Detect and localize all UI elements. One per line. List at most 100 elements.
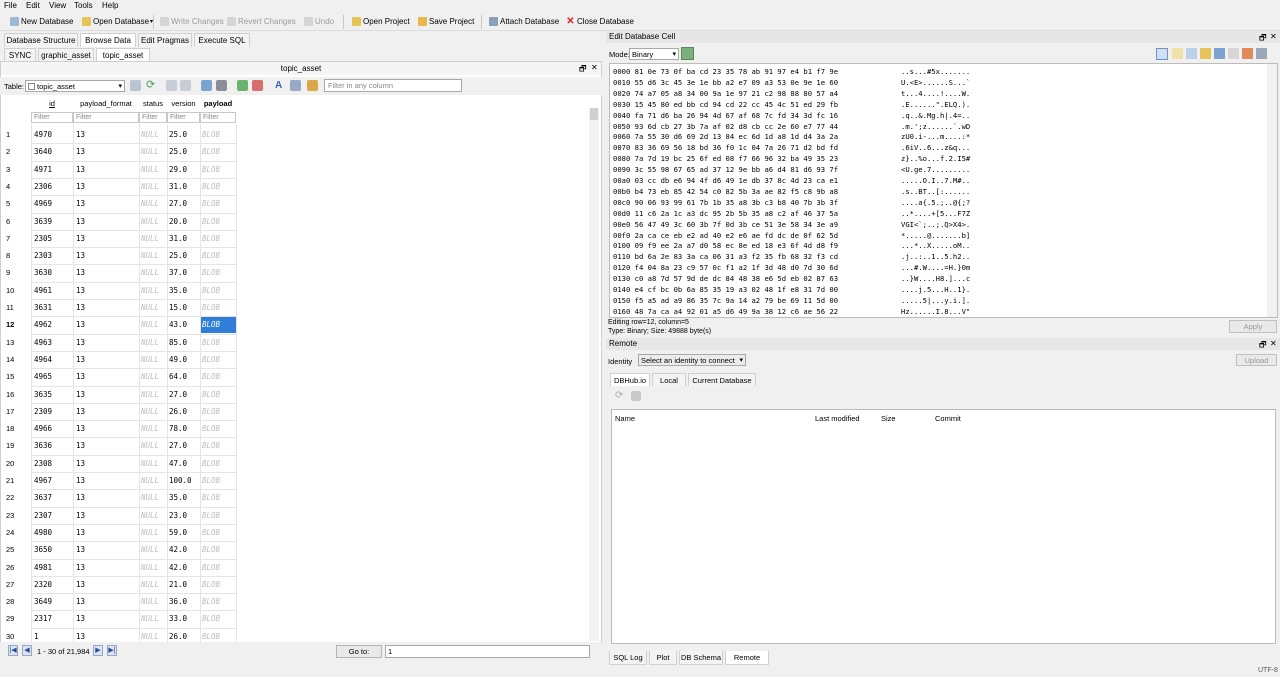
cell-payload[interactable]: BLOB — [202, 614, 220, 623]
insert-record-icon[interactable] — [237, 80, 248, 91]
table-select[interactable]: topic_asset ▾ — [25, 80, 125, 92]
font-icon[interactable]: A — [275, 80, 286, 91]
tab-plot[interactable]: Plot — [649, 651, 677, 665]
cell-id[interactable]: 2317 — [34, 614, 52, 623]
cell-version[interactable]: 23.0 — [169, 511, 187, 520]
cell-payload-format[interactable]: 13 — [76, 597, 85, 606]
cell-id[interactable]: 2305 — [34, 234, 52, 243]
row-number[interactable]: 18 — [6, 424, 31, 433]
cell-id[interactable]: 4963 — [34, 338, 52, 347]
next-page-icon[interactable]: ▶ — [93, 645, 103, 656]
close-icon[interactable]: ✕ — [1270, 339, 1277, 348]
cell-id[interactable]: 3650 — [34, 545, 52, 554]
cell-version[interactable]: 31.0 — [169, 234, 187, 243]
cell-status[interactable]: NULL — [141, 511, 159, 520]
mode-select[interactable]: Binary ▾ — [629, 48, 679, 60]
write-changes-button[interactable]: Write Changes — [160, 15, 224, 28]
column-header-payload[interactable]: payload — [200, 97, 236, 111]
float-icon[interactable]: 🗗 — [579, 63, 587, 77]
column-header-id[interactable]: id — [31, 97, 73, 111]
cell-payload[interactable]: BLOB — [202, 459, 220, 468]
cell-status[interactable]: NULL — [141, 165, 159, 174]
filter-payload[interactable]: Filter — [200, 112, 236, 123]
column-header-last-modified[interactable]: Last modified — [815, 414, 860, 423]
cell-payload[interactable]: BLOB — [202, 182, 220, 191]
cell-status[interactable]: NULL — [141, 320, 159, 329]
float-icon[interactable]: 🗗 — [1259, 339, 1267, 353]
cell-id[interactable]: 3649 — [34, 597, 52, 606]
cell-id[interactable]: 3636 — [34, 441, 52, 450]
row-number[interactable]: 14 — [6, 355, 31, 364]
cell-payload[interactable]: BLOB — [202, 597, 220, 606]
close-icon[interactable]: ✕ — [1270, 32, 1277, 41]
row-number[interactable]: 27 — [6, 580, 31, 589]
cell-version[interactable]: 26.0 — [169, 632, 187, 641]
row-number[interactable]: 2 — [6, 147, 31, 156]
row-number[interactable]: 13 — [6, 338, 31, 347]
row-number[interactable]: 4 — [6, 182, 31, 191]
cell-payload-format[interactable]: 13 — [76, 493, 85, 502]
cell-payload-format[interactable]: 13 — [76, 511, 85, 520]
identity-select[interactable]: Select an identity to connect ▾ — [638, 354, 746, 366]
cell-payload[interactable]: BLOB — [202, 528, 220, 537]
cell-payload-format[interactable]: 13 — [76, 199, 85, 208]
row-number[interactable]: 20 — [6, 459, 31, 468]
refresh-icon[interactable]: ⟳ — [615, 390, 623, 401]
goto-button[interactable]: Go to: — [336, 645, 382, 658]
cell-version[interactable]: 78.0 — [169, 424, 187, 433]
close-icon[interactable]: ✕ — [591, 63, 598, 72]
column-header-version[interactable]: version — [167, 97, 200, 111]
cell-payload-format[interactable]: 13 — [76, 182, 85, 191]
cell-id[interactable]: 4969 — [34, 199, 52, 208]
cell-status[interactable]: NULL — [141, 528, 159, 537]
cell-id[interactable]: 4980 — [34, 528, 52, 537]
row-number[interactable]: 29 — [6, 614, 31, 623]
cell-version[interactable]: 37.0 — [169, 268, 187, 277]
cell-payload-format[interactable]: 13 — [76, 234, 85, 243]
cell-id[interactable]: 1 — [34, 632, 39, 641]
cell-payload[interactable]: BLOB — [202, 493, 220, 502]
row-number[interactable]: 22 — [6, 493, 31, 502]
row-number[interactable]: 12 — [6, 320, 31, 329]
cell-id[interactable]: 4966 — [34, 424, 52, 433]
tab-execute-sql[interactable]: Execute SQL — [194, 33, 250, 47]
cell-status[interactable]: NULL — [141, 580, 159, 589]
cell-payload[interactable]: BLOB — [202, 476, 220, 485]
row-number[interactable]: 9 — [6, 268, 31, 277]
import-icon[interactable] — [1186, 48, 1197, 59]
menu-edit[interactable]: Edit — [26, 1, 40, 10]
cell-payload[interactable]: BLOB — [202, 390, 220, 399]
print-icon[interactable] — [216, 80, 227, 91]
cell-status[interactable]: NULL — [141, 476, 159, 485]
cell-status[interactable]: NULL — [141, 372, 159, 381]
cell-payload[interactable]: BLOB — [202, 130, 220, 139]
row-number[interactable]: 30 — [6, 632, 31, 641]
cell-version[interactable]: 25.0 — [169, 147, 187, 156]
attach-database-button[interactable]: Attach Database — [489, 15, 559, 28]
cell-id[interactable]: 4964 — [34, 355, 52, 364]
cell-payload-format[interactable]: 13 — [76, 372, 85, 381]
cell-id[interactable]: 2308 — [34, 459, 52, 468]
cell-status[interactable]: NULL — [141, 217, 159, 226]
cell-payload[interactable]: BLOB — [202, 441, 220, 450]
cell-payload-format[interactable]: 13 — [76, 580, 85, 589]
hex-scrollbar[interactable] — [1267, 64, 1277, 317]
cell-version[interactable]: 26.0 — [169, 407, 187, 416]
refresh-icon[interactable]: ⟳ — [146, 80, 157, 91]
cell-id[interactable]: 4962 — [34, 320, 52, 329]
cell-payload-format[interactable]: 13 — [76, 130, 85, 139]
tab-db-schema[interactable]: DB Schema — [679, 651, 723, 665]
row-number[interactable]: 17 — [6, 407, 31, 416]
cell-payload[interactable]: BLOB — [202, 303, 220, 312]
cell-payload-format[interactable]: 13 — [76, 217, 85, 226]
cell-payload[interactable]: BLOB — [202, 632, 220, 641]
cell-payload[interactable]: BLOB — [202, 338, 220, 347]
row-number[interactable]: 7 — [6, 234, 31, 243]
cell-id[interactable]: 2307 — [34, 511, 52, 520]
cell-version[interactable]: 21.0 — [169, 580, 187, 589]
goto-input[interactable]: 1 — [385, 645, 590, 658]
cell-version[interactable]: 36.0 — [169, 597, 187, 606]
cell-id[interactable]: 3635 — [34, 390, 52, 399]
menu-view[interactable]: View — [49, 1, 66, 10]
cell-id[interactable]: 3630 — [34, 268, 52, 277]
